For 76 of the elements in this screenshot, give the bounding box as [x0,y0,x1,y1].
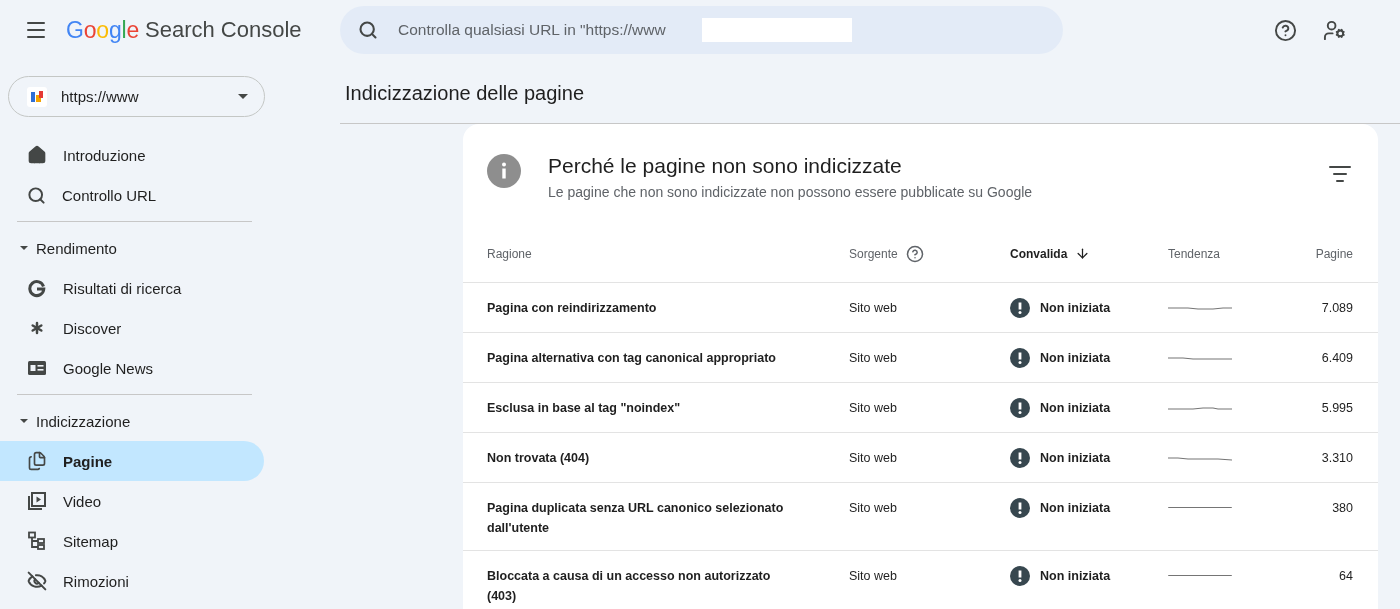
sidebar-item[interactable]: Risultati di ricerca [0,268,264,308]
sort-arrow-icon [1075,246,1091,261]
status-text: Non iniziata [1040,500,1111,517]
play-frame-icon [27,491,47,511]
caret-icon [20,246,28,250]
table-cell-text: Bloccata a causa di un accesso non autorizzato (403) [487,568,772,605]
column-header[interactable]: Pagine [1315,246,1353,261]
help-button[interactable] [1274,18,1297,42]
table-cell-text: Sito web [849,350,897,367]
info-icon [487,154,521,188]
trend-sparkline [1168,407,1232,410]
sidebar-item[interactable]: Rimozioni [0,561,264,601]
dropdown-caret-icon [238,93,248,100]
status-text: Non iniziata [1040,350,1111,367]
column-header[interactable]: Sorgente [849,246,898,261]
table-cell-text: 380 [1332,500,1353,517]
sidebar-item[interactable]: Google News [0,348,264,388]
user-settings-button[interactable] [1323,18,1346,42]
table-cell-text: 64 [1339,568,1353,585]
alert-icon [1010,398,1030,418]
table-cell-text: Pagina duplicata senza URL canonico selezionato dall'utente [487,500,785,537]
trend-sparkline [1168,357,1232,360]
column-header[interactable]: Ragione [487,246,532,261]
files-icon [27,451,47,471]
trend-sparkline [1168,307,1232,310]
alert-icon [1010,566,1030,586]
alert-icon [1010,448,1030,468]
table-cell-text: Sito web [849,568,897,585]
column-header[interactable]: Tendenza [1168,246,1221,261]
table-cell-text: 7.089 [1321,300,1353,317]
newspaper-icon [27,360,47,376]
sidebar-item[interactable]: Video [0,481,264,521]
table-cell-text: Sito web [849,500,897,517]
table-cell-text: Sito web [849,400,897,417]
column-header[interactable]: Convalida [1010,246,1068,261]
logo-wordmark: Google [66,16,139,44]
alert-icon [1010,498,1030,518]
table-cell-text: Non trovata (404) [487,450,591,467]
trend-sparkline [1168,457,1232,461]
alert-icon [1010,348,1030,368]
table-cell-text: Sito web [849,300,897,317]
eye-off-icon [27,571,47,591]
table-cell-text: 6.409 [1321,350,1353,367]
search-field[interactable]: Controlla qualsiasi URL in "https://www [340,6,1063,54]
table-cell-text: Esclusa in base al tag "noindex" [487,400,682,417]
sidebar-item[interactable]: Introduzione [0,135,264,175]
sidebar-item[interactable]: Controllo URL [0,175,264,215]
table-cell-text: Pagina con reindirizzamento [487,300,658,317]
table-cell-text: Pagina alternativa con tag canonical appropriato [487,350,777,367]
status-text: Non iniziata [1040,400,1111,417]
status-text: Non iniziata [1040,450,1111,467]
sidebar-item[interactable]: Sitemap [0,521,264,561]
card-title: Perché le pagine non sono indicizzate [548,154,903,178]
status-text: Non iniziata [1040,300,1111,317]
g-letter-icon [27,278,47,298]
sidebar-section-header[interactable]: Indicizzazione [0,401,340,441]
status-text: Non iniziata [1040,568,1111,585]
property-favicon-icon [27,86,47,107]
search-icon [27,185,46,205]
product-name: Search Console [145,17,302,43]
sidebar-item[interactable]: Pagine [0,441,264,481]
table-cell-text: 5.995 [1321,400,1353,417]
table-cell-text: 3.310 [1321,450,1353,467]
alert-icon [1010,298,1030,318]
sidebar-item[interactable]: Discover [0,308,264,348]
caret-icon [20,419,28,423]
card-subtitle: Le pagine che non sono indicizzate non possono essere pubblicate su Google [548,184,1034,200]
search-icon [358,20,378,40]
home-icon [27,145,47,165]
sidebar-section-header[interactable]: Rendimento [0,228,340,268]
trend-sparkline [1168,507,1232,509]
table-cell-text: Sito web [849,450,897,467]
trend-sparkline [1168,575,1232,577]
search-input[interactable]: Controlla qualsiasi URL in "https://www [396,20,686,40]
tree-icon [27,531,47,551]
help-icon[interactable] [905,244,924,263]
